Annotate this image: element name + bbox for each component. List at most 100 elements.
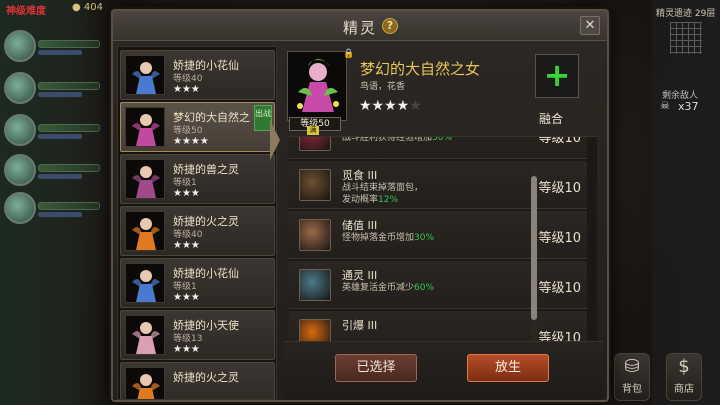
close-button[interactable]: ✕ [580,16,600,35]
pet-name: 梦幻的大自然之女 [360,60,481,78]
skill-scrollbar[interactable] [531,166,537,342]
stars-empty: ★ [409,98,422,114]
pet-stars: ★★★ [173,344,200,355]
skill-level: 等级10 [538,136,581,146]
skill-value: 60% [414,283,435,293]
help-icon[interactable]: ? [382,18,398,34]
pet-thumbnail [125,107,165,147]
skill-row[interactable]: 引爆 III 等级10 [289,311,587,344]
shop-button[interactable]: $ 商店 [666,353,702,401]
skill-description: 战斗胜利获得经验增加30% [342,136,453,144]
difficulty-label: 神级难度 [6,6,46,17]
skill-description: 英雄复活金币减少60% [342,282,434,294]
bag-icon: ⛁ [624,356,640,377]
skill-name: 引爆 III [342,319,378,332]
pet-list-item[interactable]: 娇捷的火之灵 等级40 ★★★ [120,206,275,256]
skill-list[interactable]: 战斗胜利获得经验增加30% 等级10 觅食 III 战斗结束掉落面包， 发动概率12% 等… [289,136,597,344]
pet-thumbnail [125,367,165,399]
merge-label: 融合 [539,112,564,126]
selected-button[interactable]: 已选择 [335,354,417,382]
hero-slot[interactable] [0,150,108,190]
hero-sidebar: 神级难度 ● 404 [0,0,112,405]
pet-figure-icon [132,114,160,146]
skill-row[interactable]: 通灵 III 英雄复活金币减少60% 等级10 [289,261,587,309]
hero-mp-bar [38,212,82,217]
hero-mp-bar [38,174,82,179]
skill-level: 等级10 [538,231,581,246]
pet-list-item[interactable]: 娇捷的小花仙 等级40 ★★★ [120,50,275,100]
pet-figure-icon [132,62,160,94]
bag-button[interactable]: ⛁ 背包 [614,353,650,401]
shop-label: 商店 [674,384,694,395]
hero-hp-bar [38,82,100,90]
pet-figure-icon [132,322,160,354]
hero-hp-bar [38,124,100,132]
pet-name: 娇捷的火之灵 [173,371,239,384]
skill-value: 12% [378,195,399,205]
pet-figure-icon [132,270,160,302]
dialog-titlebar: 精灵 ? ✕ [113,11,607,41]
skill-icon [299,169,331,201]
hero-slot[interactable] [0,68,108,108]
skill-name: 觅食 III [342,169,378,182]
pet-rating: ★★★★★ [359,98,422,114]
pet-list-item[interactable]: 娇捷的兽之灵 等级1 ★★★ [120,154,275,204]
bag-label: 背包 [622,384,642,395]
pet-list-item[interactable]: 娇捷的小天使 等级13 ★★★ [120,310,275,360]
pet-thumbnail [125,315,165,355]
hero-avatar [4,72,36,104]
pet-figure-icon [132,374,160,399]
skill-row[interactable]: 战斗胜利获得经验增加30% 等级10 [289,136,587,159]
hero-slot[interactable] [0,110,108,150]
skill-value: 30% [432,136,453,143]
skill-name: 储值 III [342,219,378,232]
gold-count: ● 404 [72,2,103,13]
pet-list-item[interactable]: 娇捷的小花仙 等级1 ★★★ [120,258,275,308]
hero-slot[interactable] [0,26,108,66]
skill-desc-text: 战斗胜利获得经验增加 [342,136,433,143]
hero-mp-bar [38,92,82,97]
lock-icon[interactable]: 🔒 [343,49,354,59]
pet-portrait [287,51,347,121]
pet-level: 等级40 [173,74,203,84]
pet-stars: ★★★ [173,240,200,251]
fairy-icon [297,59,339,112]
dialog-title: 精灵 [342,19,377,37]
plus-icon: + [543,56,571,94]
minimap-icon[interactable] [670,22,702,54]
pet-stars: ★★★★ [173,136,209,147]
skill-icon [299,269,331,301]
skill-level: 等级10 [538,181,581,196]
pet-dialog: 精灵 ? ✕ 娇捷的小花仙 等级40 ★★★ 梦幻的大自然之 等级50 ★★★★ 出战 娇捷的… [111,9,609,402]
skill-description: 怪物掉落金币增加30% [342,232,434,244]
pet-level: 等级1 [173,178,197,188]
pet-figure-icon [132,218,160,250]
pet-list[interactable]: 娇捷的小花仙 等级40 ★★★ 梦幻的大自然之 等级50 ★★★★ 出战 娇捷的兽之灵 等级1 ★… [117,46,277,400]
skill-level: 等级10 [538,281,581,296]
pet-list-item[interactable]: 梦幻的大自然之 等级50 ★★★★ 出战 [120,102,275,152]
hero-hp-bar [38,164,100,172]
skill-icon [299,137,331,151]
release-button[interactable]: 放生 [467,354,549,382]
hero-avatar [4,154,36,186]
pet-stars: ★★★ [173,292,200,303]
skill-row[interactable]: 储值 III 怪物掉落金币增加30% 等级10 [289,211,587,259]
selection-arrow-icon [270,120,280,160]
skull-icon: ☠ [660,99,670,112]
pet-level: 等级13 [173,334,203,344]
skill-desc-text: 怪物掉落金币增加 [342,233,415,243]
merge-button[interactable]: + [535,54,579,98]
skill-icon [299,219,331,251]
pet-list-item[interactable]: 娇捷的火之灵 [120,362,275,399]
pet-stars: ★★★ [173,188,200,199]
dollar-icon: $ [678,356,690,377]
floor-label: 精灵遗迹 29层 [656,9,716,19]
scroll-thumb[interactable] [531,176,537,320]
skill-row[interactable]: 觅食 III 战斗结束掉落面包， 发动概率12% 等级10 [289,161,587,209]
pet-thumbnail [125,211,165,251]
pet-stars: ★★★ [173,84,200,95]
action-bar: 已选择 放生 [283,341,603,399]
skill-desc-line2: 发动概率 [342,195,379,205]
stars-filled: ★★★★ [359,98,410,114]
hero-slot[interactable] [0,188,108,228]
